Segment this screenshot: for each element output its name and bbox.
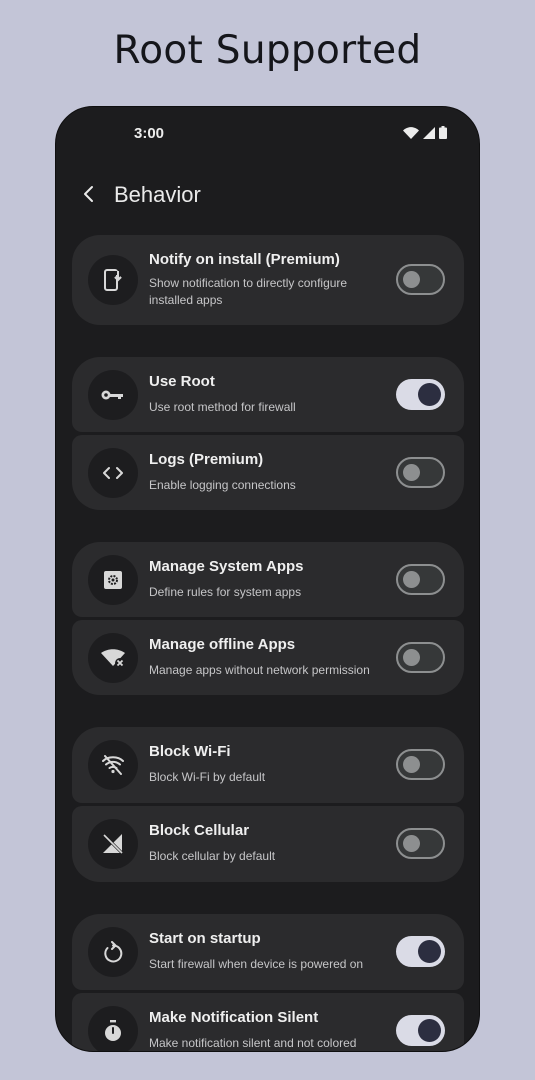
switch-knob xyxy=(403,464,420,481)
status-time: 3:00 xyxy=(134,125,165,142)
setting-title: Manage offline Apps xyxy=(149,636,296,653)
back-button[interactable] xyxy=(72,177,106,211)
logs-switch[interactable] xyxy=(396,457,445,488)
setting-title: Block Cellular xyxy=(149,822,250,839)
phone-frame: 3:00 Behavior Notify on install (Premium… xyxy=(55,106,480,1052)
settings-group: Block Wi-Fi Block Wi-Fi by default Block… xyxy=(72,727,464,882)
cellular-off-icon xyxy=(88,819,138,869)
key-icon xyxy=(88,370,138,420)
setting-logs[interactable]: Logs (Premium) Enable logging connection… xyxy=(72,435,464,510)
setting-manage-offline-apps[interactable]: Manage offline Apps Manage apps without … xyxy=(72,620,464,695)
arrow-back-icon xyxy=(84,186,93,202)
cellular-signal-icon xyxy=(423,126,435,139)
switch-knob xyxy=(403,835,420,852)
setting-make-notification-silent[interactable]: Make Notification Silent Make notificati… xyxy=(72,993,464,1051)
setting-start-on-startup[interactable]: Start on startup Start firewall when dev… xyxy=(72,914,464,990)
wifi-off-icon xyxy=(88,633,138,683)
switch-knob xyxy=(403,571,420,588)
setting-block-wifi[interactable]: Block Wi-Fi Block Wi-Fi by default xyxy=(72,727,464,803)
status-bar: 3:00 xyxy=(56,107,479,159)
switch-knob xyxy=(418,940,441,963)
setting-title: Logs (Premium) xyxy=(149,451,264,468)
setting-subtitle: Manage apps without network permission xyxy=(149,663,370,677)
settings-group: Manage System Apps Define rules for syst… xyxy=(72,542,464,695)
page-title: Behavior xyxy=(114,182,201,207)
switch-knob xyxy=(418,1019,441,1042)
setting-subtitle: Make notification silent and not colored xyxy=(149,1036,357,1050)
setting-subtitle: Use root method for firewall xyxy=(149,400,296,414)
setting-subtitle: Block cellular by default xyxy=(149,849,276,863)
setting-subtitle: Block Wi-Fi by default xyxy=(149,770,266,784)
switch-knob xyxy=(403,756,420,773)
notify-on-install-switch[interactable] xyxy=(396,264,445,295)
use-root-switch[interactable] xyxy=(396,379,445,410)
restart-icon xyxy=(88,927,138,977)
setting-title: Block Wi-Fi xyxy=(149,743,231,760)
install-mobile-icon xyxy=(88,255,138,305)
setting-title: Notify on install (Premium) xyxy=(149,251,340,268)
timer-icon xyxy=(88,1006,138,1051)
setting-use-root[interactable]: Use Root Use root method for firewall xyxy=(72,357,464,432)
setting-subtitle: Define rules for system apps xyxy=(149,585,302,599)
setting-subtitle: Start firewall when device is powered on xyxy=(149,957,364,971)
settings-group: Use Root Use root method for firewall Lo… xyxy=(72,357,464,510)
manage-system-apps-switch[interactable] xyxy=(396,564,445,595)
start-on-startup-switch[interactable] xyxy=(396,936,445,967)
setting-manage-system-apps[interactable]: Manage System Apps Define rules for syst… xyxy=(72,542,464,617)
setting-block-cellular[interactable]: Block Cellular Block cellular by default xyxy=(72,806,464,882)
page-headline: Root Supported xyxy=(113,28,422,73)
battery-icon xyxy=(439,126,447,139)
settings-group: Start on startup Start firewall when dev… xyxy=(72,914,464,1051)
block-wifi-switch[interactable] xyxy=(396,749,445,780)
wifi-signal-icon xyxy=(403,126,419,139)
switch-knob xyxy=(403,649,420,666)
settings-app-icon xyxy=(88,555,138,605)
switch-knob xyxy=(418,383,441,406)
setting-title: Use Root xyxy=(149,373,215,390)
wifi-blocked-icon xyxy=(88,740,138,790)
app-bar: Behavior xyxy=(56,173,479,213)
setting-notify-on-install[interactable]: Notify on install (Premium) Show notific… xyxy=(72,235,464,325)
setting-subtitle: Enable logging connections xyxy=(149,478,296,492)
setting-title: Make Notification Silent xyxy=(149,1009,319,1026)
setting-subtitle: Show notification to directly configure … xyxy=(149,276,348,307)
setting-title: Manage System Apps xyxy=(149,558,304,575)
settings-group: Notify on install (Premium) Show notific… xyxy=(72,235,464,325)
make-notification-silent-switch[interactable] xyxy=(396,1015,445,1046)
switch-knob xyxy=(403,271,420,288)
manage-offline-apps-switch[interactable] xyxy=(396,642,445,673)
status-icons xyxy=(403,126,447,139)
code-icon xyxy=(88,448,138,498)
block-cellular-switch[interactable] xyxy=(396,828,445,859)
setting-title: Start on startup xyxy=(149,930,261,947)
settings-list: Notify on install (Premium) Show notific… xyxy=(72,235,464,1051)
